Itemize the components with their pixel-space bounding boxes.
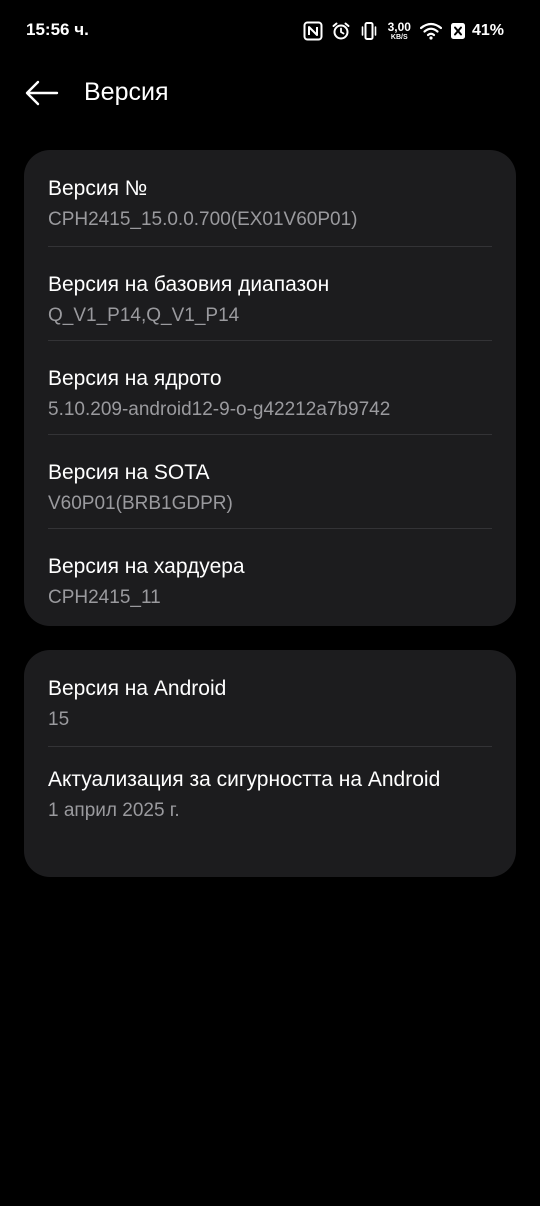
item-title: Актуализация за сигурността на Android [48, 768, 441, 791]
baseband-version-item[interactable]: Версия на базовия диапазон Q_V1_P14,Q_V1… [48, 247, 492, 341]
net-speed-unit: KB/S [390, 34, 408, 41]
item-value: 1 април 2025 г. [48, 800, 180, 821]
item-value: CPH2415_15.0.0.700(EX01V60P01) [48, 209, 358, 230]
nfc-icon [303, 21, 323, 41]
status-time: 15:56 ч. [26, 20, 89, 39]
status-bar: 15:56 ч. 3,00 KB/S 41% [0, 0, 540, 62]
item-title: Версия на SOTA [48, 461, 210, 484]
item-title: Версия на базовия диапазон [48, 273, 330, 296]
hardware-version-item[interactable]: Версия на хардуера CPH2415_11 [48, 529, 492, 623]
battery-percent: 41% [471, 22, 504, 39]
item-title: Версия на хардуера [48, 555, 245, 578]
version-card: Версия № CPH2415_15.0.0.700(EX01V60P01) … [24, 150, 516, 626]
battery-icon [450, 21, 466, 41]
vibrate-icon [359, 21, 379, 41]
item-value: Q_V1_P14,Q_V1_P14 [48, 305, 240, 326]
android-version-item[interactable]: Версия на Android 15 [48, 650, 492, 747]
net-speed-value: 3,00 [387, 20, 411, 34]
item-value: 5.10.209-android12-9-o-g42212a7b9742 [48, 399, 391, 420]
alarm-icon [331, 21, 351, 41]
net-speed: 3,00 KB/S [388, 21, 411, 41]
back-button[interactable] [22, 76, 62, 110]
version-number-item[interactable]: Версия № CPH2415_15.0.0.700(EX01V60P01) [48, 150, 492, 247]
item-value: V60P01(BRB1GDPR) [48, 493, 233, 514]
item-title: Версия № [48, 177, 148, 200]
item-title: Версия на Android [48, 677, 227, 700]
sota-version-item[interactable]: Версия на SOTA V60P01(BRB1GDPR) [48, 435, 492, 529]
status-icons: 3,00 KB/S 41% [303, 18, 504, 44]
header: Версия [0, 62, 540, 124]
security-update-item[interactable]: Актуализация за сигурността на Android 1… [48, 747, 492, 877]
item-title: Версия на ядрото [48, 367, 222, 390]
back-arrow-icon [25, 80, 59, 106]
wifi-icon [419, 22, 442, 40]
android-card: Версия на Android 15 Актуализация за сиг… [24, 650, 516, 877]
kernel-version-item[interactable]: Версия на ядрото 5.10.209-android12-9-o-… [48, 341, 492, 435]
item-value: CPH2415_11 [48, 587, 161, 608]
item-value: 15 [48, 709, 70, 730]
page-title: Версия [84, 78, 169, 106]
